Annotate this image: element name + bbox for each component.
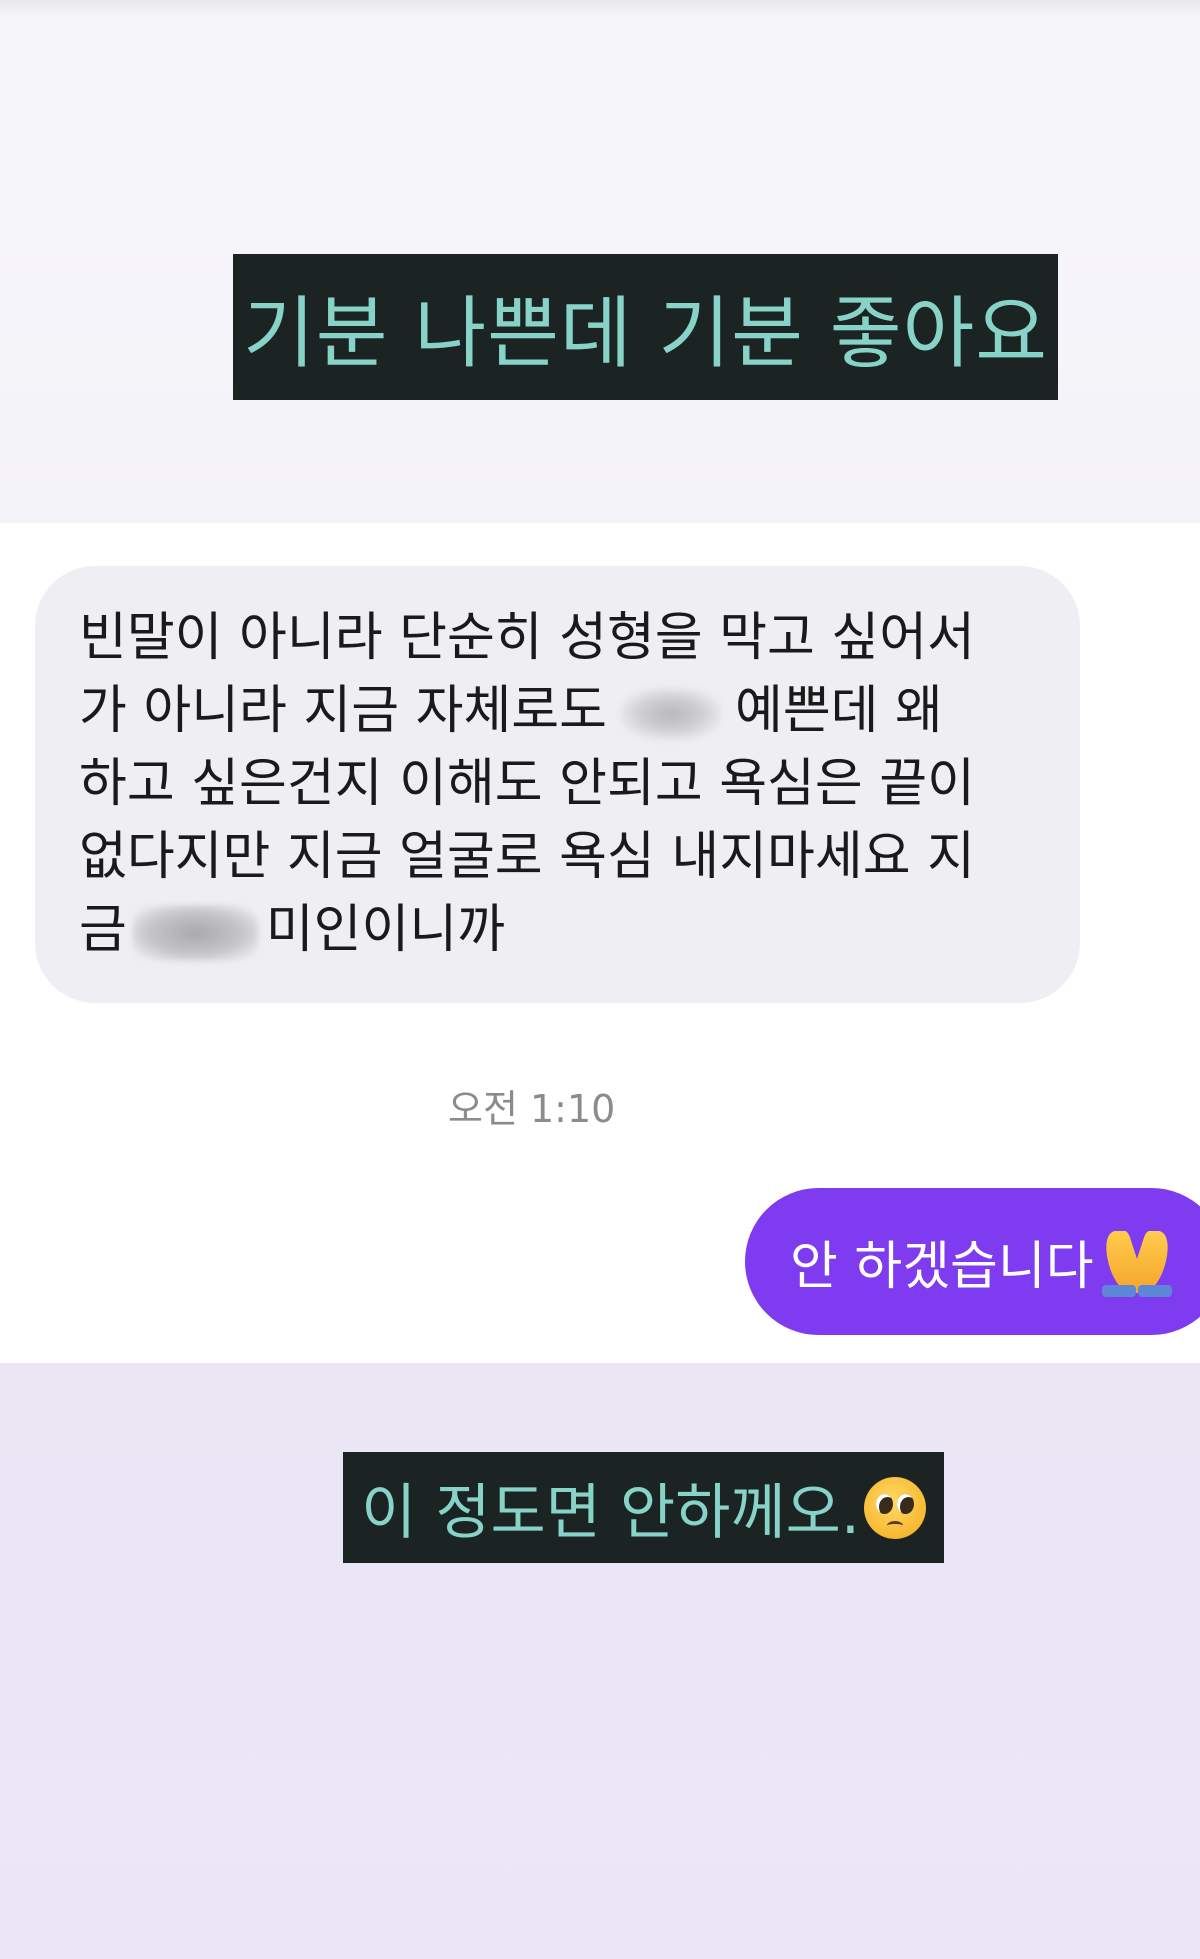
caption-bottom: 이 정도면 안하께오.: [343, 1452, 944, 1563]
caption-top-text: 기분 나쁜데 기분 좋아요: [243, 289, 1048, 379]
blurred-redaction: [621, 688, 721, 740]
caption-bottom-text: 이 정도면 안하께오.: [361, 1478, 860, 1548]
folded-hands-icon: [1097, 1227, 1176, 1297]
message-timestamp: 오전 1:10: [448, 1087, 616, 1131]
caption-top: 기분 나쁜데 기분 좋아요: [233, 254, 1058, 400]
message-line: 가 아니라 지금 자체로도 예쁜데 왜: [79, 675, 1040, 748]
received-message-bubble: 빈말이 아니라 단순히 성형을 막고 싶어서 가 아니라 지금 자체로도 예쁜데 …: [35, 566, 1080, 1003]
message-text: 금: [79, 900, 127, 960]
message-text: 빈말이 아니라 단순히 성형을 막고 싶어서: [79, 608, 975, 668]
message-text: 예쁜데 왜: [735, 681, 943, 741]
sent-message-text: 안 하겠습니다: [790, 1237, 1094, 1297]
message-line: 하고 싶은건지 이해도 안되고 욕심은 끝이: [79, 748, 1040, 821]
pleading-face-icon: [863, 1476, 926, 1539]
message-line: 금 미인이니까: [79, 894, 1040, 967]
message-text: 미인이니까: [265, 900, 506, 960]
message-text: 가 아니라 지금 자체로도: [79, 681, 607, 741]
message-line: 없다지만 지금 얼굴로 욕심 내지마세요 지: [79, 821, 1040, 894]
sent-message-bubble: 안 하겠습니다: [745, 1188, 1200, 1335]
message-text: 하고 싶은건지 이해도 안되고 욕심은 끝이: [79, 754, 975, 814]
blurred-redaction: [132, 905, 258, 961]
message-line: 빈말이 아니라 단순히 성형을 막고 싶어서: [79, 602, 1040, 675]
message-text: 없다지만 지금 얼굴로 욕심 내지마세요 지: [79, 827, 975, 887]
